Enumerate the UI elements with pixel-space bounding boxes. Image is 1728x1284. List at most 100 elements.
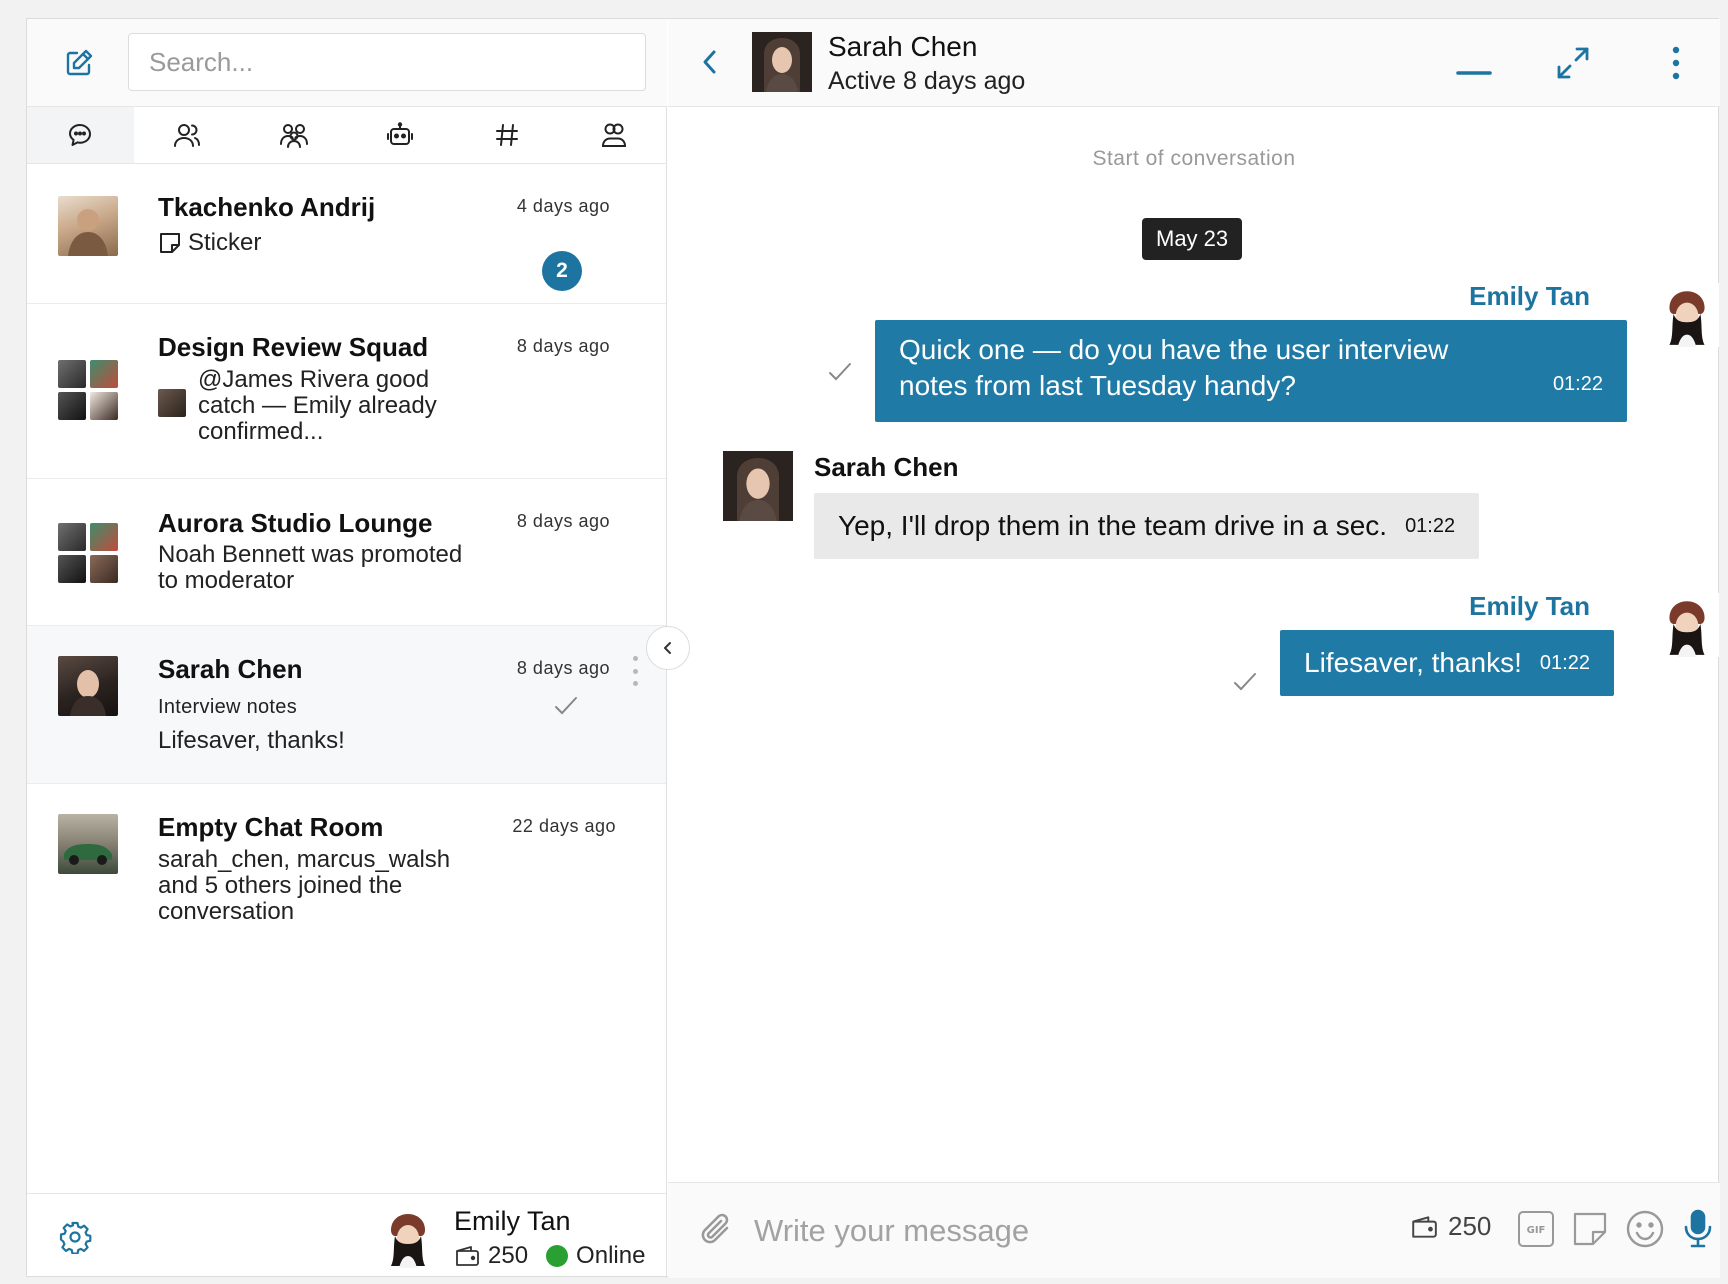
conversation-menu-button[interactable]	[629, 656, 641, 686]
gif-button[interactable]: GIF	[1514, 1207, 1558, 1251]
voice-record-button[interactable]	[1676, 1207, 1720, 1251]
chevron-left-icon	[703, 50, 716, 74]
conversation-list: Tkachenko Andrij 4 days ago Sticker 2 De…	[27, 164, 666, 944]
conversation-start-label: Start of conversation	[1092, 147, 1296, 170]
conversation-preview: Lifesaver, thanks!	[158, 727, 345, 754]
settings-button[interactable]	[56, 1218, 94, 1256]
contacts-icon	[174, 124, 200, 147]
read-check-icon	[555, 697, 577, 715]
message-sender: Emily Tan	[1469, 281, 1590, 311]
minimize-button[interactable]	[1452, 41, 1496, 85]
message-avatar	[723, 451, 793, 521]
sent-check-icon	[1234, 673, 1256, 691]
user-name: Emily Tan	[454, 1206, 571, 1236]
message-sender: Sarah Chen	[814, 452, 959, 482]
user-avatar[interactable]	[377, 1206, 439, 1268]
message-text: Yep, I'll drop them in the team drive in…	[838, 510, 1388, 541]
user-group-icon	[601, 123, 626, 147]
conversation-time: 8 days ago	[516, 658, 610, 678]
message-input[interactable]	[754, 1205, 1334, 1257]
message-bubble[interactable]: Yep, I'll drop them in the team drive in…	[814, 493, 1480, 559]
tab-chats[interactable]	[27, 107, 134, 163]
conversation-preview: @James Rivera good catch — Emily already…	[198, 366, 437, 445]
message-sender: Emily Tan	[1469, 591, 1590, 621]
user-balance: 250 Online	[454, 1242, 645, 1270]
sticker-button[interactable]	[1568, 1207, 1612, 1251]
bot-icon	[387, 122, 414, 145]
attach-button[interactable]	[694, 1207, 740, 1253]
conversation-title: Design Review Squad	[158, 332, 429, 362]
compose-button[interactable]	[59, 43, 99, 83]
message-text: Lifesaver, thanks!	[1304, 647, 1522, 678]
message-time: 01:22	[1552, 373, 1603, 395]
conversation-title: Empty Chat Room	[158, 812, 384, 842]
sticker-icon	[160, 233, 180, 253]
user-coins: 250	[488, 1242, 529, 1269]
avatar	[58, 814, 118, 874]
back-button[interactable]	[692, 44, 728, 80]
date-separator: May 23	[1142, 218, 1243, 260]
group-avatar	[58, 523, 118, 583]
more-vertical-icon	[1672, 46, 1680, 80]
chat-header: Sarah Chen Active 8 days ago	[668, 19, 1720, 107]
conversation-item[interactable]: Tkachenko Andrij 4 days ago Sticker 2	[27, 164, 666, 304]
sticker-icon	[1573, 1212, 1607, 1246]
chat-app: Tkachenko Andrij 4 days ago Sticker 2 De…	[26, 18, 1720, 1278]
sidebar-tabs	[27, 107, 667, 164]
tab-channels[interactable]	[454, 107, 561, 163]
hashtag-icon	[496, 124, 519, 146]
conversation-item[interactable]: Empty Chat Room 22 days ago sarah_chen, …	[27, 784, 666, 944]
conversation-title: Aurora Studio Lounge	[158, 508, 433, 538]
expand-button[interactable]	[1551, 41, 1595, 85]
conversation-preview-text: Sticker	[188, 229, 262, 256]
svg-text:GIF: GIF	[1527, 1225, 1546, 1236]
tab-groups[interactable]	[240, 107, 347, 163]
collapse-sidebar-button[interactable]	[646, 626, 690, 670]
message-composer: 250 GIF	[668, 1182, 1720, 1278]
online-status-dot	[546, 1245, 569, 1267]
tab-users[interactable]	[560, 107, 667, 163]
chat-title: Sarah Chen	[828, 31, 978, 62]
message-bubble[interactable]: Quick one — do you have the user intervi…	[875, 320, 1627, 422]
sidebar-footer: Emily Tan 250 Online	[27, 1193, 666, 1278]
sidebar-header	[27, 19, 667, 107]
conversation-subtitle: Interview notes	[158, 696, 298, 718]
paperclip-icon	[701, 1213, 729, 1244]
composer-coins: 250	[1448, 1211, 1492, 1241]
message-text: Quick one — do you have the user intervi…	[899, 334, 1449, 401]
conversation-item[interactable]: Aurora Studio Lounge 8 days ago Noah Ben…	[27, 479, 666, 626]
user-status: Online	[576, 1242, 646, 1269]
sender-avatar	[158, 389, 186, 417]
conversation-preview: Sticker	[158, 230, 261, 256]
message-bubble[interactable]: Lifesaver, thanks! 01:22	[1280, 630, 1614, 696]
gear-icon	[59, 1221, 92, 1254]
chat-panel: Sarah Chen Active 8 days ago Start of co…	[668, 19, 1720, 1278]
conversation-time: 8 days ago	[516, 336, 610, 356]
avatar	[58, 196, 118, 256]
composer-balance: 250	[1410, 1211, 1491, 1242]
expand-icon	[1557, 47, 1589, 79]
conversation-preview: sarah_chen, marcus_walsh and 5 others jo…	[158, 846, 451, 925]
edit-icon	[66, 49, 93, 76]
wallet-icon	[1412, 1215, 1437, 1238]
message-avatar	[1655, 283, 1719, 347]
conversation-item[interactable]: Design Review Squad 8 days ago @James Ri…	[27, 304, 666, 479]
wallet-icon	[456, 1246, 479, 1266]
chat-status: Active 8 days ago	[828, 67, 1026, 95]
conversation-title: Tkachenko Andrij	[158, 192, 376, 222]
emoji-button[interactable]	[1623, 1207, 1667, 1251]
chat-bubble-icon	[69, 124, 92, 146]
conversation-title: Sarah Chen	[158, 654, 303, 684]
tab-contacts[interactable]	[134, 107, 241, 163]
gif-icon: GIF	[1518, 1211, 1554, 1247]
sent-check-icon	[829, 363, 851, 381]
conversation-item[interactable]: Sarah Chen 8 days ago Interview notes Li…	[27, 626, 666, 784]
more-options-button[interactable]	[1654, 41, 1698, 85]
tab-bots[interactable]	[347, 107, 454, 163]
avatar	[58, 656, 118, 716]
smiley-icon	[1626, 1210, 1664, 1248]
message-time: 01:22	[1405, 515, 1456, 537]
microphone-icon	[1684, 1209, 1712, 1248]
search-input[interactable]	[128, 33, 646, 91]
chat-avatar[interactable]	[752, 32, 812, 92]
